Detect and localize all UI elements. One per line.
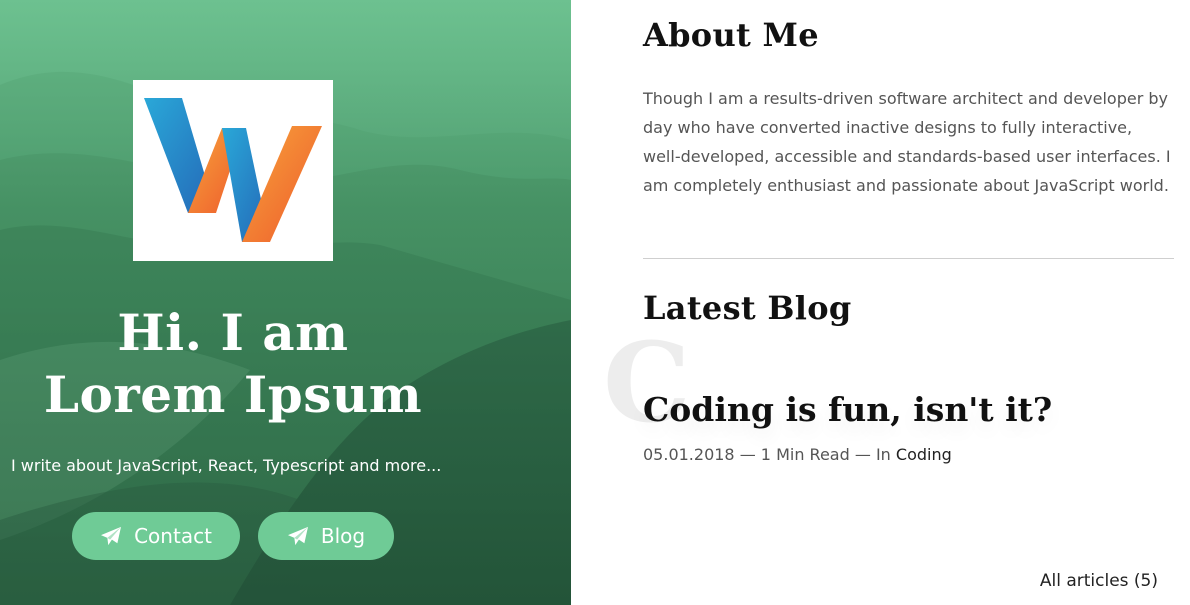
- all-articles-link[interactable]: All articles (5): [1040, 571, 1158, 591]
- w-letter-logo-icon: [144, 98, 322, 244]
- main-content: About Me Though I am a results-driven so…: [643, 0, 1174, 605]
- meta-separator: —: [740, 445, 761, 464]
- post-category-link[interactable]: Coding: [896, 445, 952, 464]
- post-date: 05.01.2018: [643, 445, 735, 464]
- hero-title-line2: Lorem Ipsum: [0, 364, 466, 426]
- blog-post-meta: 05.01.2018 — 1 Min Read — In Coding: [643, 445, 952, 464]
- post-category-prefix: In: [876, 445, 896, 464]
- latest-blog-heading: Latest Blog: [643, 289, 852, 327]
- post-read-time: 1 Min Read: [761, 445, 850, 464]
- hero-panel: Hi. I am Lorem Ipsum I write about JavaS…: [0, 0, 571, 605]
- hero-title: Hi. I am Lorem Ipsum: [0, 302, 466, 426]
- paper-plane-icon: [287, 526, 309, 546]
- about-heading: About Me: [643, 16, 819, 54]
- blog-button-label: Blog: [321, 524, 365, 548]
- paper-plane-icon: [100, 526, 122, 546]
- meta-separator: —: [855, 445, 876, 464]
- section-divider: [643, 258, 1174, 259]
- about-text: Though I am a results-driven software ar…: [643, 84, 1174, 200]
- site-logo[interactable]: [133, 80, 333, 261]
- blog-button[interactable]: Blog: [258, 512, 394, 560]
- blog-post-title[interactable]: Coding is fun, isn't it?: [643, 390, 1052, 429]
- hero-subtitle: I write about JavaScript, React, Typescr…: [11, 456, 491, 475]
- contact-button-label: Contact: [134, 524, 212, 548]
- hero-title-line1: Hi. I am: [0, 302, 466, 364]
- contact-button[interactable]: Contact: [72, 512, 240, 560]
